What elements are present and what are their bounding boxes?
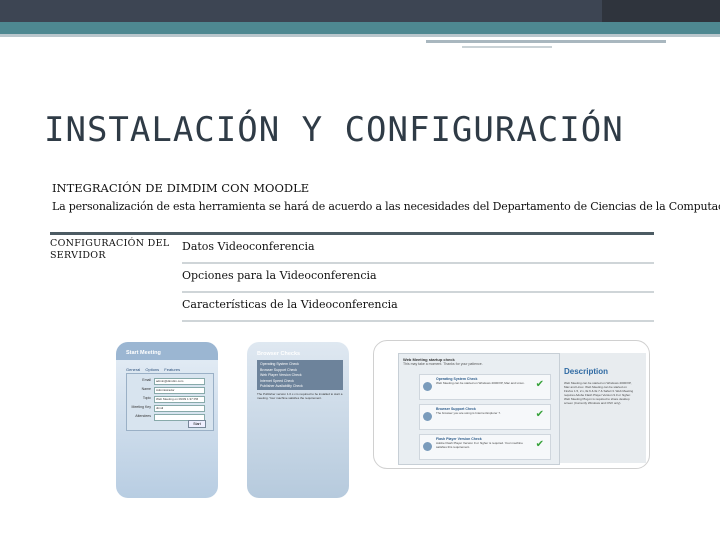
config-table: CONFIGURACIÓN DEL SERVIDOR Datos Videoco… — [50, 232, 654, 324]
row-label: Características de la Videoconferencia — [182, 298, 398, 311]
browser-checks-list: Operating System Check Browser Support C… — [257, 360, 343, 390]
accent-band — [0, 22, 720, 34]
table-left-label: CONFIGURACIÓN DEL SERVIDOR — [50, 238, 170, 261]
checkmark-icon: ✔ — [535, 379, 544, 390]
topic-field[interactable]: Web Meeting on 09/09 1:37 PM — [154, 396, 205, 403]
row-divider — [182, 320, 654, 322]
tab-general[interactable]: General — [126, 367, 140, 372]
check-panel-subtitle: This may take a moment. Thanks for your … — [403, 362, 483, 366]
list-item: Internet Speed Check — [260, 378, 294, 383]
slide-title: INSTALACIÓN Y CONFIGURACIÓN — [44, 110, 624, 150]
field-label: Attendees — [135, 414, 151, 418]
description-text: Web Meeting can be started on Windows 20… — [564, 381, 634, 405]
tab-options[interactable]: Options — [145, 367, 159, 372]
list-item: Operating System Check — [260, 362, 299, 366]
slide-description: La personalización de esta herramienta s… — [52, 200, 720, 213]
row-divider — [182, 291, 654, 293]
check-desc: Web Meeting can be started on Windows 20… — [436, 381, 525, 385]
browser-checks-note: The Publisher version 1.0.x.x is require… — [257, 392, 343, 400]
description-panel: Description Web Meeting can be started o… — [560, 353, 646, 463]
check-item: Operating System Check Web Meeting can b… — [419, 374, 551, 400]
os-icon — [423, 382, 432, 391]
start-meeting-screenshot: Start Meeting General Options Features E… — [116, 342, 218, 498]
start-button[interactable]: Start — [188, 420, 206, 428]
check-desc: The browser you are using is Internet Ex… — [436, 411, 501, 415]
decor-line — [426, 40, 666, 43]
tab-features[interactable]: Features — [164, 367, 180, 372]
name-field[interactable]: Administrador — [154, 387, 205, 394]
browser-checks-title: Browser Checks — [257, 351, 301, 357]
checkmark-icon: ✔ — [535, 409, 544, 420]
list-item: Web Player Version Check — [260, 373, 302, 377]
row-divider — [182, 262, 654, 264]
check-item: Browser Support Check The browser you ar… — [419, 404, 551, 430]
field-label: Name — [141, 387, 151, 391]
decor-line — [0, 34, 720, 37]
table-top-rule — [50, 232, 654, 235]
field-label: Meeting Key — [131, 405, 151, 409]
description-title: Description — [564, 367, 609, 376]
field-label: Topic — [142, 396, 151, 400]
check-panel: Web Meeting startup check This may take … — [398, 353, 560, 465]
browser-icon — [423, 412, 432, 421]
start-meeting-title: Start Meeting — [116, 342, 218, 360]
meeting-check-screenshot: Web Meeting startup check This may take … — [373, 340, 650, 469]
list-item: Browser Support Check — [260, 367, 297, 372]
decor-line — [462, 46, 552, 48]
row-label: Opciones para la Videoconferencia — [182, 269, 377, 282]
flash-icon — [423, 442, 432, 451]
meeting-key-field[interactable]: dimdi — [154, 405, 205, 412]
list-item: Publisher Availability Check — [260, 384, 303, 388]
email-field[interactable]: admin@dimdim.com — [154, 378, 205, 385]
check-item: Flash Player Version Check Adobe Flash P… — [419, 434, 551, 460]
start-meeting-tabs: General Options Features — [126, 367, 184, 372]
field-label: Email — [142, 378, 151, 382]
browser-checks-screenshot: Browser Checks Operating System Check Br… — [247, 342, 349, 498]
slide-subtitle: INTEGRACIÓN DE DIMDIM CON MOODLE — [52, 181, 310, 195]
checkmark-icon: ✔ — [535, 439, 544, 450]
check-desc: Adobe Flash Player Version 9 or higher i… — [436, 441, 523, 449]
row-label: Datos Videoconferencia — [182, 240, 315, 253]
top-bar-accent — [602, 0, 720, 22]
